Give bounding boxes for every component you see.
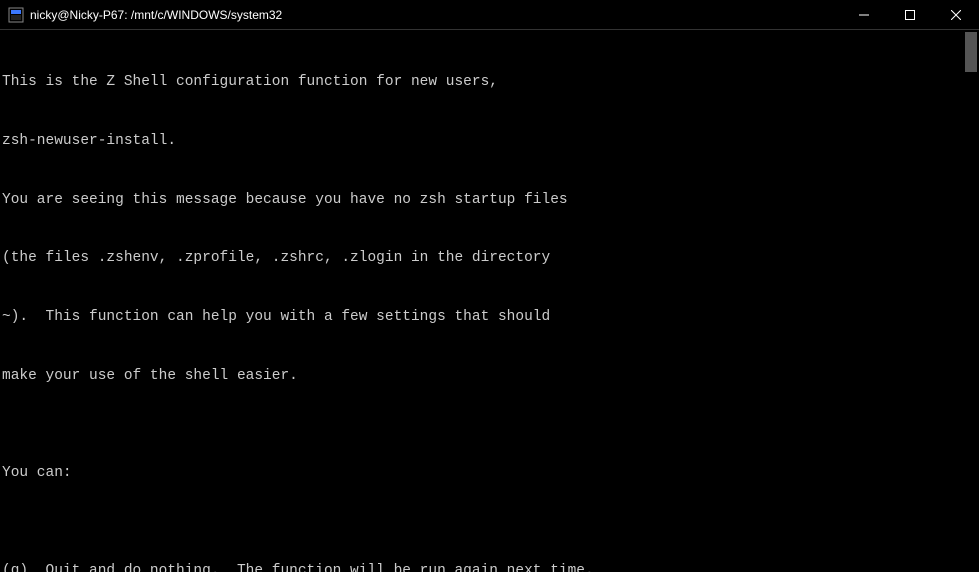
terminal-line: You can: [2,464,977,484]
scrollbar[interactable] [963,30,979,572]
close-button[interactable] [933,0,979,30]
terminal-line: This is the Z Shell configuration functi… [2,73,977,93]
window-controls [841,0,979,29]
terminal-line: (q) Quit and do nothing. The function wi… [2,562,977,572]
scrollbar-thumb[interactable] [965,32,977,72]
terminal-line: zsh-newuser-install. [2,132,977,152]
window-title: nicky@Nicky-P67: /mnt/c/WINDOWS/system32 [30,8,841,22]
terminal-line: (the files .zshenv, .zprofile, .zshrc, .… [2,249,977,269]
app-icon [8,7,24,23]
terminal-window: nicky@Nicky-P67: /mnt/c/WINDOWS/system32 [0,0,979,572]
terminal-content[interactable]: This is the Z Shell configuration functi… [0,30,979,572]
titlebar: nicky@Nicky-P67: /mnt/c/WINDOWS/system32 [0,0,979,30]
terminal-line: ~). This function can help you with a fe… [2,308,977,328]
minimize-button[interactable] [841,0,887,30]
terminal-line: make your use of the shell easier. [2,367,977,387]
terminal-line: You are seeing this message because you … [2,191,977,211]
maximize-button[interactable] [887,0,933,30]
